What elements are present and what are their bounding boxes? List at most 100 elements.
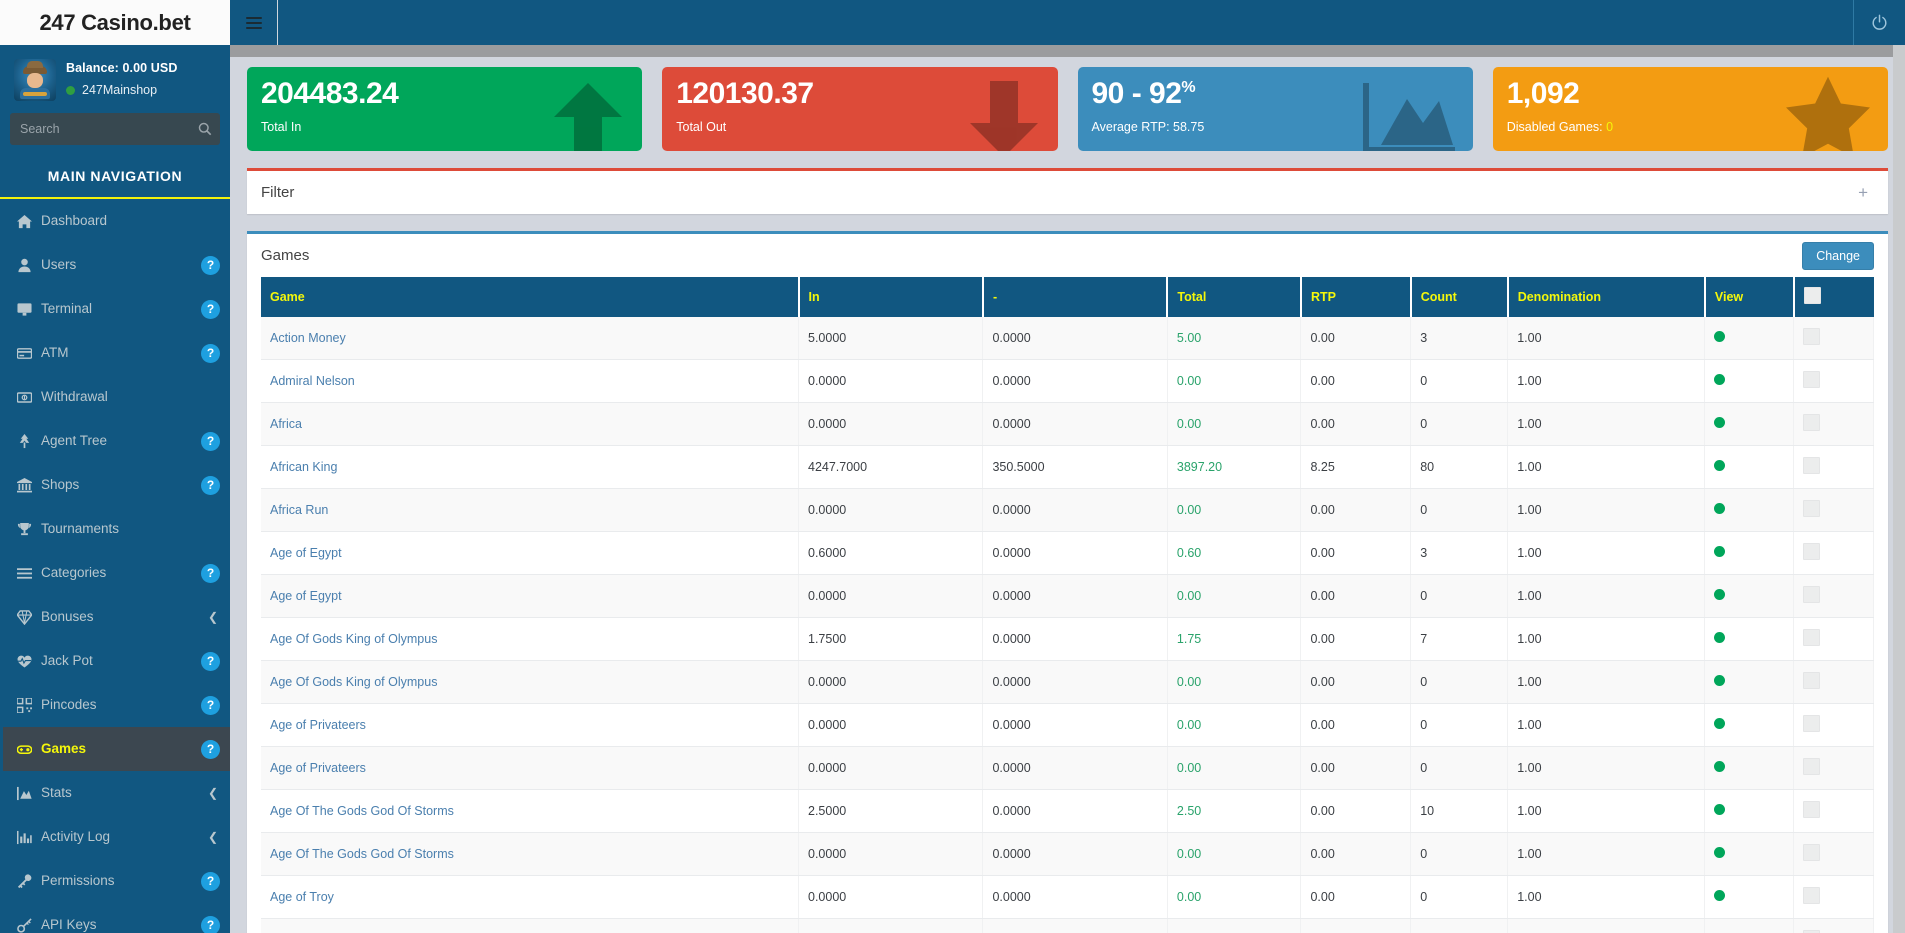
- view-status-dot-icon[interactable]: [1714, 331, 1726, 342]
- game-name-link[interactable]: Age Of The Gods God Of Storms: [261, 789, 799, 833]
- sidebar-item-games[interactable]: Games?: [0, 727, 230, 771]
- view-status-dot-icon[interactable]: [1714, 417, 1726, 428]
- table-row[interactable]: Age Of Gods King of Olympus 0.0000 0.0000 0…: [261, 660, 1874, 704]
- select-all-checkbox[interactable]: [1803, 287, 1821, 304]
- view-status-dot-icon[interactable]: [1714, 847, 1726, 858]
- table-row[interactable]: Age of Egypt 0.6000 0.0000 0.60 0.00 3 1.00: [261, 531, 1874, 575]
- game-name-link[interactable]: Africa: [261, 402, 799, 446]
- sidebar-item-categories[interactable]: Categories?: [0, 551, 230, 595]
- help-badge[interactable]: ?: [201, 255, 220, 275]
- search-input[interactable]: [10, 122, 189, 136]
- cell-view[interactable]: [1704, 746, 1795, 790]
- help-badge[interactable]: ?: [201, 343, 220, 363]
- logo-bar[interactable]: 247 Casino.bet: [0, 0, 230, 45]
- help-badge[interactable]: ?: [201, 431, 220, 451]
- game-name-link[interactable]: Action Money: [261, 317, 799, 360]
- cell-view[interactable]: [1704, 488, 1795, 532]
- shop-name-label[interactable]: 247Mainshop: [82, 83, 157, 97]
- view-status-dot-icon[interactable]: [1714, 460, 1726, 471]
- cell-view[interactable]: [1704, 445, 1795, 489]
- sidebar-item-api-keys[interactable]: API Keys?: [0, 903, 230, 933]
- view-status-dot-icon[interactable]: [1714, 718, 1726, 729]
- row-checkbox[interactable]: [1803, 371, 1821, 388]
- game-name-link[interactable]: African King: [261, 445, 799, 489]
- row-checkbox[interactable]: [1803, 672, 1821, 689]
- row-checkbox[interactable]: [1803, 500, 1821, 517]
- table-row[interactable]: Age Of The Gods God Of Storms 0.0000 0.000…: [261, 832, 1874, 876]
- sidebar-item-activity-log[interactable]: Activity Log ❮: [0, 815, 230, 859]
- sidebar-item-bonuses[interactable]: Bonuses ❮: [0, 595, 230, 639]
- cell-view[interactable]: [1704, 574, 1795, 618]
- column-header-game[interactable]: Game: [261, 277, 800, 317]
- view-status-dot-icon[interactable]: [1714, 761, 1726, 772]
- game-name-link[interactable]: Air Combat: [261, 918, 799, 933]
- help-badge[interactable]: ?: [201, 871, 220, 891]
- column-header-out[interactable]: -: [982, 277, 1169, 317]
- row-checkbox[interactable]: [1803, 328, 1821, 345]
- table-row[interactable]: Age of Troy 0.0000 0.0000 0.00 0.00 0 1.00: [261, 875, 1874, 919]
- row-checkbox[interactable]: [1803, 758, 1821, 775]
- table-row[interactable]: Africa 0.0000 0.0000 0.00 0.00 0 1.00: [261, 402, 1874, 446]
- sidebar-toggle-button[interactable]: [230, 0, 278, 45]
- table-row[interactable]: Air Combat40796.300040353.7700442.5398.9…: [261, 918, 1874, 933]
- cell-view[interactable]: [1704, 832, 1795, 876]
- cell-view[interactable]: [1704, 875, 1795, 919]
- page-scrollbar[interactable]: [1893, 45, 1905, 933]
- view-status-dot-icon[interactable]: [1714, 632, 1726, 643]
- help-badge[interactable]: ?: [201, 651, 220, 671]
- game-name-link[interactable]: Age of Egypt: [261, 531, 799, 575]
- column-header-denomination[interactable]: Denomination: [1507, 277, 1706, 317]
- change-button[interactable]: Change: [1802, 241, 1874, 270]
- game-name-link[interactable]: Admiral Nelson: [261, 359, 799, 403]
- view-status-dot-icon[interactable]: [1714, 589, 1726, 600]
- game-name-link[interactable]: Age Of Gods King of Olympus: [261, 617, 799, 661]
- column-header-total[interactable]: Total: [1167, 277, 1302, 317]
- row-checkbox[interactable]: [1803, 887, 1821, 904]
- row-checkbox[interactable]: [1803, 629, 1821, 646]
- table-row[interactable]: Admiral Nelson 0.0000 0.0000 0.00 0.00 0 1.00: [261, 359, 1874, 403]
- game-name-link[interactable]: Africa Run: [261, 488, 799, 532]
- cell-view[interactable]: [1704, 317, 1795, 360]
- cell-view[interactable]: [1704, 402, 1795, 446]
- view-status-dot-icon[interactable]: [1714, 890, 1726, 901]
- table-row[interactable]: African King 4247.7000 350.5000 3897.20 8.25…: [261, 445, 1874, 489]
- table-row[interactable]: Age Of The Gods God Of Storms 2.5000 0.000…: [261, 789, 1874, 833]
- game-name-link[interactable]: Age of Troy: [261, 875, 799, 919]
- game-name-link[interactable]: Age of Privateers: [261, 746, 799, 790]
- row-checkbox[interactable]: [1803, 844, 1821, 861]
- view-status-dot-icon[interactable]: [1714, 503, 1726, 514]
- help-badge[interactable]: ?: [201, 299, 220, 319]
- sidebar-item-withdrawal[interactable]: Withdrawal: [0, 375, 230, 419]
- row-checkbox[interactable]: [1803, 457, 1821, 474]
- table-row[interactable]: Africa Run 0.0000 0.0000 0.00 0.00 0 1.00: [261, 488, 1874, 532]
- table-row[interactable]: Age of Privateers 0.0000 0.0000 0.00 0.00 0 1.…: [261, 746, 1874, 790]
- view-status-dot-icon[interactable]: [1714, 546, 1726, 557]
- column-header-count[interactable]: Count: [1410, 277, 1509, 317]
- game-name-link[interactable]: Age Of Gods King of Olympus: [261, 660, 799, 704]
- sidebar-item-permissions[interactable]: Permissions?: [0, 859, 230, 903]
- cell-view[interactable]: [1704, 918, 1795, 933]
- game-name-link[interactable]: Age Of The Gods God Of Storms: [261, 832, 799, 876]
- view-status-dot-icon[interactable]: [1714, 675, 1726, 686]
- help-badge[interactable]: ?: [201, 563, 220, 583]
- view-status-dot-icon[interactable]: [1714, 804, 1726, 815]
- table-row[interactable]: Age Of Gods King of Olympus 1.7500 0.0000 1…: [261, 617, 1874, 661]
- game-name-link[interactable]: Age of Privateers: [261, 703, 799, 747]
- sidebar-item-stats[interactable]: Stats ❮: [0, 771, 230, 815]
- row-checkbox[interactable]: [1803, 801, 1821, 818]
- column-header-view[interactable]: View: [1704, 277, 1795, 317]
- table-row[interactable]: Action Money 5.0000 0.0000 5.00 0.00 3 1.00: [261, 317, 1874, 360]
- row-checkbox[interactable]: [1803, 715, 1821, 732]
- cell-view[interactable]: [1704, 703, 1795, 747]
- sidebar-item-tournaments[interactable]: Tournaments: [0, 507, 230, 551]
- sidebar-item-terminal[interactable]: Terminal?: [0, 287, 230, 331]
- sidebar-item-dashboard[interactable]: Dashboard: [0, 199, 230, 243]
- sidebar-item-pincodes[interactable]: Pincodes?: [0, 683, 230, 727]
- help-badge[interactable]: ?: [201, 695, 220, 715]
- view-status-dot-icon[interactable]: [1714, 374, 1726, 385]
- logout-button[interactable]: [1853, 0, 1905, 45]
- cell-view[interactable]: [1704, 359, 1795, 403]
- column-header-in[interactable]: In: [798, 277, 984, 317]
- sidebar-item-agent-tree[interactable]: Agent Tree?: [0, 419, 230, 463]
- sidebar-item-users[interactable]: Users?: [0, 243, 230, 287]
